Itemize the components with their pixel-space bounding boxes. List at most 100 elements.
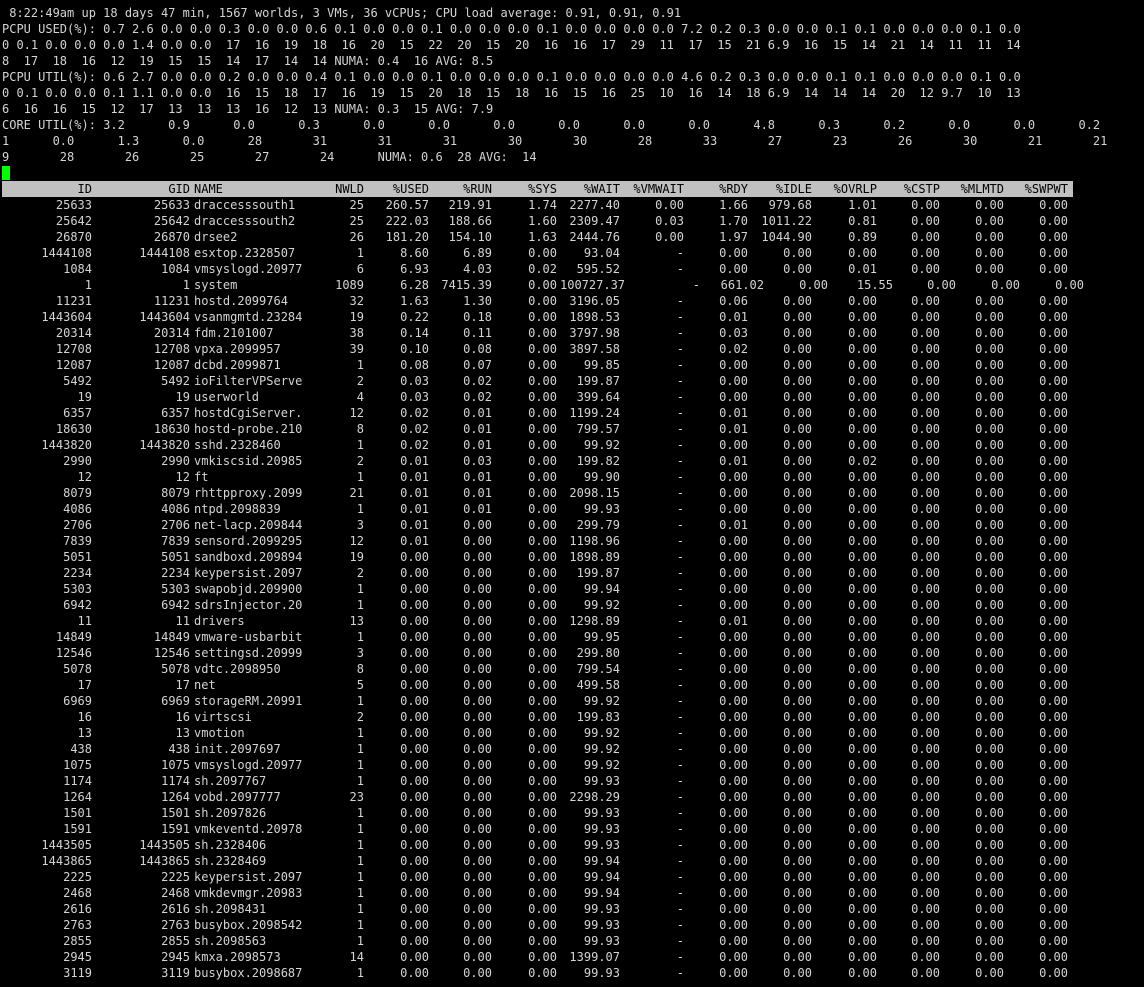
column-header-nwld[interactable]: NWLD — [322, 181, 364, 197]
cell-idle: 0.00 — [783, 342, 812, 356]
cell-rdy: 0.00 — [719, 374, 748, 388]
table-row[interactable]: 5078 5078 vdtc.2098950 8 0.00 0.00 0.00 799.54 -… — [2, 661, 1142, 677]
cell-mlmtd: 0.00 — [975, 582, 1004, 596]
column-header-ovrlp[interactable]: %OVRLP — [817, 181, 877, 197]
table-row[interactable]: 2990 2990 vmkiscsid.20985 2 0.01 0.03 0.00 199.… — [2, 453, 1142, 469]
table-row[interactable]: 6942 6942 sdrsInjector.20 1 0.00 0.00 0.00 99.9… — [2, 597, 1142, 613]
table-row[interactable]: 12708 12708 vpxa.2099957 39 0.10 0.08 0.00 3897… — [2, 341, 1142, 357]
cell-sys: 0.00 — [528, 438, 557, 452]
table-row[interactable]: 12087 12087 dcbd.2099871 1 0.08 0.07 0.00 99.85… — [2, 357, 1142, 373]
table-row[interactable]: 5303 5303 swapobjd.209900 1 0.00 0.00 0.00 99.9… — [2, 581, 1142, 597]
cell-gid: 1 — [182, 278, 190, 292]
cell-swpwt: 0.00 — [1039, 262, 1068, 276]
column-header-sys[interactable]: %SYS — [502, 181, 557, 197]
cell-wait: 1399.07 — [569, 950, 620, 964]
table-row[interactable]: 17 17 net 5 0.00 0.00 0.00 499.58 - 0.00 0.00 0.00 0… — [2, 677, 1142, 693]
column-header-run[interactable]: %RUN — [434, 181, 492, 197]
table-row[interactable]: 1591 1591 vmkeventd.20978 1 0.00 0.00 0.00 99.9… — [2, 821, 1142, 837]
table-row[interactable]: 4086 4086 ntpd.2098839 1 0.01 0.01 0.00 99.93 - 0… — [2, 501, 1142, 517]
cell-used: 0.03 — [400, 390, 429, 404]
table-row[interactable]: 8079 8079 rhttpproxy.2099 21 0.01 0.01 0.00 209… — [2, 485, 1142, 501]
table-row[interactable]: 5492 5492 ioFilterVPServe 2 0.03 0.02 0.00 199.… — [2, 373, 1142, 389]
table-row[interactable]: 1084 1084 vmsyslogd.20977 6 6.93 4.03 0.02 595.… — [2, 261, 1142, 277]
table-row[interactable]: 16 16 virtscsi 2 0.00 0.00 0.00 199.83 - 0.00 0.00… — [2, 709, 1142, 725]
table-row[interactable]: 1443865 1443865 sh.2328469 1 0.00 0.00 0.00 99.… — [2, 853, 1142, 869]
cell-rdy: 0.00 — [719, 486, 748, 500]
column-header-idle[interactable]: %IDLE — [754, 181, 812, 197]
cell-rdy: 0.01 — [719, 614, 748, 628]
cell-ovrlp: 0.00 — [848, 646, 877, 660]
cell-name: sh.2098563 — [194, 934, 267, 948]
table-row[interactable]: 438 438 init.2097697 1 0.00 0.00 0.00 99.92 - 0.0… — [2, 741, 1142, 757]
cell-used: 0.00 — [400, 950, 429, 964]
table-row[interactable]: 14849 14849 vmware-usbarbit 1 0.00 0.00 0.00 99… — [2, 629, 1142, 645]
table-row[interactable]: 6357 6357 hostdCgiServer. 12 0.02 0.01 0.00 119… — [2, 405, 1142, 421]
table-row[interactable]: 1174 1174 sh.2097767 1 0.00 0.00 0.00 99.93 - 0.0… — [2, 773, 1142, 789]
table-row[interactable]: 2616 2616 sh.2098431 1 0.00 0.00 0.00 99.93 - 0.0… — [2, 901, 1142, 917]
cell-sys: 0.00 — [528, 342, 557, 356]
cell-run: 0.11 — [463, 326, 492, 340]
column-header-mlmtd[interactable]: %MLMTD — [946, 181, 1004, 197]
column-header-used[interactable]: %USED — [367, 181, 429, 197]
table-row[interactable]: 2855 2855 sh.2098563 1 0.00 0.00 0.00 99.93 - 0.0… — [2, 933, 1142, 949]
cell-cstp: 0.00 — [911, 486, 940, 500]
cell-cstp: 0.00 — [911, 950, 940, 964]
process-table[interactable]: 25633 25633 draccesssouth1 25 260.57 219.91 1.… — [2, 197, 1142, 987]
cell-swpwt: 0.00 — [1039, 790, 1068, 804]
table-row[interactable]: 1264 1264 vobd.2097777 23 0.00 0.00 0.00 2298.2… — [2, 789, 1142, 805]
column-header-wait[interactable]: %WAIT — [560, 181, 620, 197]
table-row[interactable]: 2468 2468 vmkdevmgr.20983 1 0.00 0.00 0.00 99.9… — [2, 885, 1142, 901]
table-row[interactable]: 19 19 userworld 4 0.03 0.02 0.00 399.64 - 0.00 0.0… — [2, 389, 1142, 405]
cell-cstp: 0.00 — [911, 630, 940, 644]
table-row[interactable]: 1443820 1443820 sshd.2328460 1 0.02 0.01 0.00 9… — [2, 437, 1142, 453]
cell-sys: 1.60 — [528, 214, 557, 228]
column-header-name[interactable]: NAME — [194, 181, 330, 197]
table-row[interactable]: 2945 2945 kmxa.2098573 14 0.00 0.00 0.00 1399.0… — [2, 949, 1142, 965]
cell-cstp: 0.00 — [911, 454, 940, 468]
cell-swpwt: 0.00 — [1039, 198, 1068, 212]
cell-mlmtd: 0.00 — [975, 326, 1004, 340]
table-row[interactable]: 1 1 system 1089 6.28 7415.39 0.00 100727.37-661… — [2, 277, 1142, 293]
table-row[interactable]: 1443604 1443604 vsanmgmtd.23284 19 0.22 0.18 0… — [2, 309, 1142, 325]
table-row[interactable]: 20314 20314 fdm.2101007 38 0.14 0.11 0.00 3797.… — [2, 325, 1142, 341]
column-header-rdy[interactable]: %RDY — [692, 181, 748, 197]
column-header-cstp[interactable]: %CSTP — [882, 181, 940, 197]
cell-idle: 0.00 — [783, 694, 812, 708]
table-row[interactable]: 7839 7839 sensord.2099295 12 0.01 0.00 0.00 119… — [2, 533, 1142, 549]
table-row[interactable]: 1501 1501 sh.2097826 1 0.00 0.00 0.00 99.93 - 0.0… — [2, 805, 1142, 821]
column-header-vmwait[interactable]: %VMWAIT — [624, 181, 684, 197]
column-header-swpwt[interactable]: %SWPWT — [1010, 181, 1068, 197]
cell-idle: 0.00 — [783, 662, 812, 676]
table-row[interactable]: 25642 25642 draccesssouth2 25 222.03 188.66 1.… — [2, 213, 1142, 229]
table-row[interactable]: 1075 1075 vmsyslogd.20977 1 0.00 0.00 0.00 99.9… — [2, 757, 1142, 773]
cell-mlmtd: 0.00 — [975, 710, 1004, 724]
cell-idle: 0.00 — [783, 438, 812, 452]
cell-run: 0.00 — [463, 934, 492, 948]
table-row[interactable]: 3119 3119 busybox.2098687 1 0.00 0.00 0.00 99.9… — [2, 965, 1142, 981]
table-row[interactable]: 2706 2706 net-lacp.209844 3 0.01 0.00 0.00 299.… — [2, 517, 1142, 533]
table-row[interactable]: 12546 12546 settingsd.20999 3 0.00 0.00 0.00 29… — [2, 645, 1142, 661]
table-row[interactable]: 2225 2225 keypersist.2097 1 0.00 0.00 0.00 99.9… — [2, 869, 1142, 885]
table-row[interactable]: 6969 6969 storageRM.20991 1 0.00 0.00 0.00 99.9… — [2, 693, 1142, 709]
cell-sys: 0.00 — [528, 326, 557, 340]
table-row[interactable]: 13 13 vmotion 1 0.00 0.00 0.00 99.92 - 0.00 0.00 0.… — [2, 725, 1142, 741]
cell-swpwt: 0.00 — [1039, 342, 1068, 356]
table-row[interactable]: 18630 18630 hostd-probe.210 8 0.02 0.01 0.00 79… — [2, 421, 1142, 437]
column-header-id[interactable]: ID — [2, 181, 92, 197]
table-row[interactable]: 1444108 1444108 esxtop.2328507 1 8.60 6.89 0.0… — [2, 245, 1142, 261]
cell-nwld: 1 — [356, 822, 364, 836]
cell-vmwait: - — [676, 806, 684, 820]
table-row[interactable]: 11231 11231 hostd.2099764 32 1.63 1.30 0.00 319… — [2, 293, 1142, 309]
cell-used: 0.01 — [400, 486, 429, 500]
table-row[interactable]: 2763 2763 busybox.2098542 1 0.00 0.00 0.00 99.9… — [2, 917, 1142, 933]
table-row[interactable]: 25633 25633 draccesssouth1 25 260.57 219.91 1.… — [2, 197, 1142, 213]
table-row[interactable]: 1443505 1443505 sh.2328406 1 0.00 0.00 0.00 99.… — [2, 837, 1142, 853]
column-header-gid[interactable]: GID — [102, 181, 190, 197]
table-row[interactable]: 26870 26870 drsee2 26 181.20 154.10 1.63 2444.7… — [2, 229, 1142, 245]
table-row[interactable]: 2234 2234 keypersist.2097 2 0.00 0.00 0.00 199.… — [2, 565, 1142, 581]
table-row[interactable]: 11 11 drivers 13 0.00 0.00 0.00 1298.89 - 0.01 0.0… — [2, 613, 1142, 629]
cell-used: 0.00 — [400, 854, 429, 868]
table-row[interactable]: 12 12 ft 1 0.01 0.01 0.00 99.90 - 0.00 0.00 0.00 0.0… — [2, 469, 1142, 485]
table-row[interactable]: 5051 5051 sandboxd.209894 19 0.00 0.00 0.00 189… — [2, 549, 1142, 565]
cell-swpwt: 0.00 — [1039, 662, 1068, 676]
